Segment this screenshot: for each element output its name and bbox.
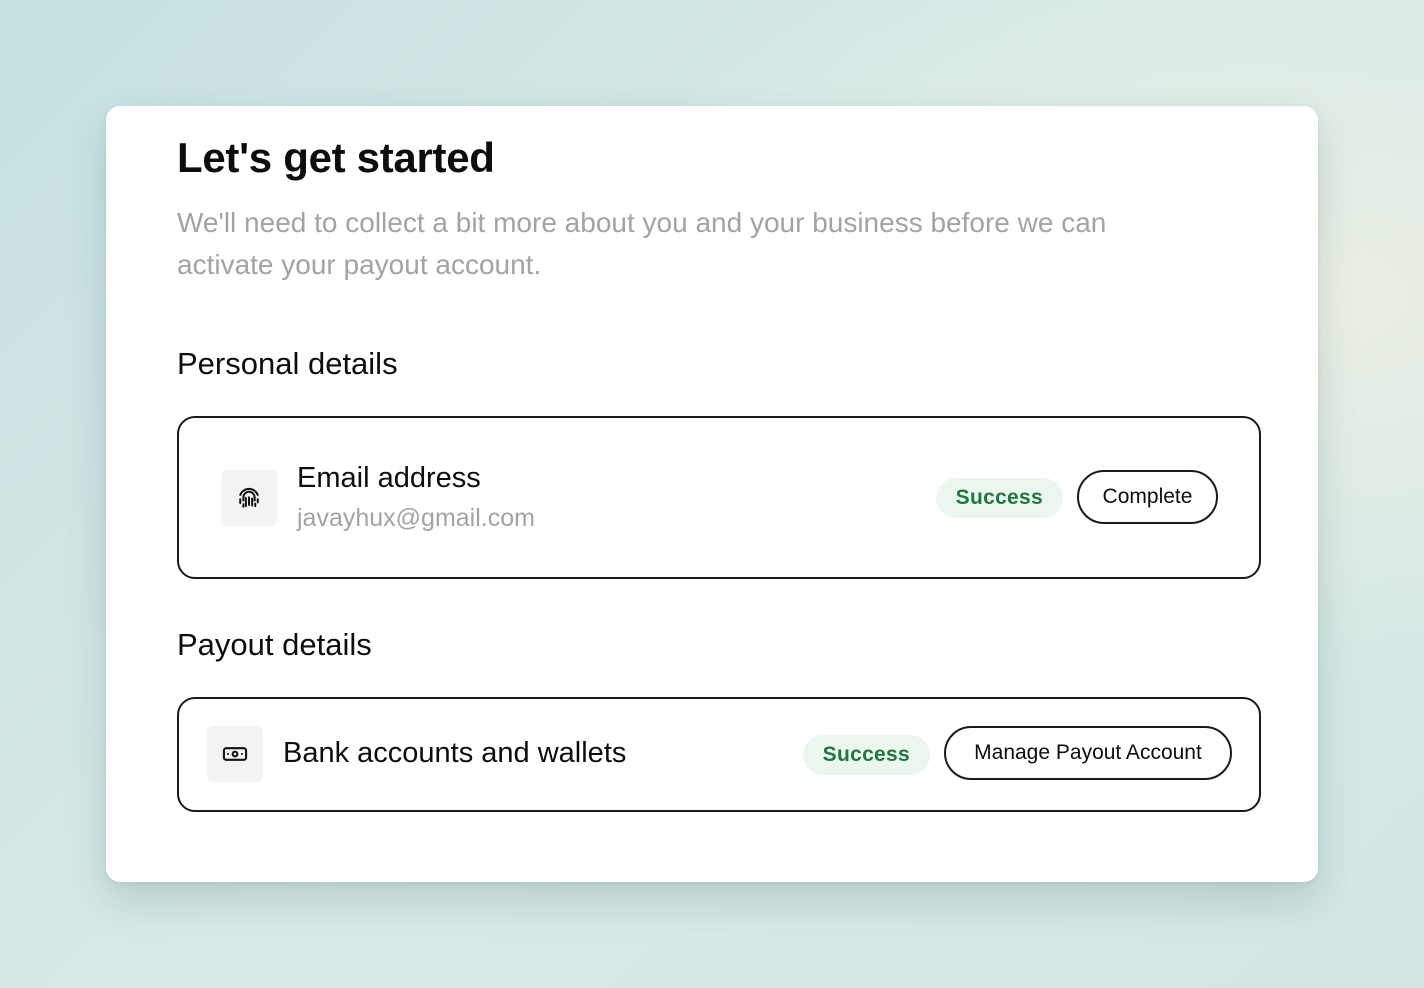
- email-address-label: Email address: [297, 462, 481, 494]
- complete-button[interactable]: Complete: [1077, 470, 1218, 524]
- email-status-badge: Success: [935, 478, 1063, 518]
- email-address-row: Email address javayhux@gmail.com Success…: [177, 416, 1261, 579]
- page-subtitle: We'll need to collect a bit more about y…: [177, 207, 1107, 280]
- fingerprint-icon: [221, 470, 277, 526]
- manage-payout-account-button[interactable]: Manage Payout Account: [944, 726, 1232, 780]
- banknote-icon: [207, 726, 263, 782]
- bank-accounts-row: Bank accounts and wallets Success Manage…: [177, 697, 1261, 812]
- bank-accounts-label: Bank accounts and wallets: [283, 737, 627, 769]
- payout-status-badge: Success: [802, 735, 930, 775]
- onboarding-card: Let's get started We'll need to collect …: [106, 106, 1318, 882]
- personal-details-heading: Personal details: [177, 346, 398, 381]
- page-title: Let's get started: [177, 134, 495, 181]
- email-address-value: javayhux@gmail.com: [297, 504, 535, 532]
- payout-details-heading: Payout details: [177, 627, 372, 662]
